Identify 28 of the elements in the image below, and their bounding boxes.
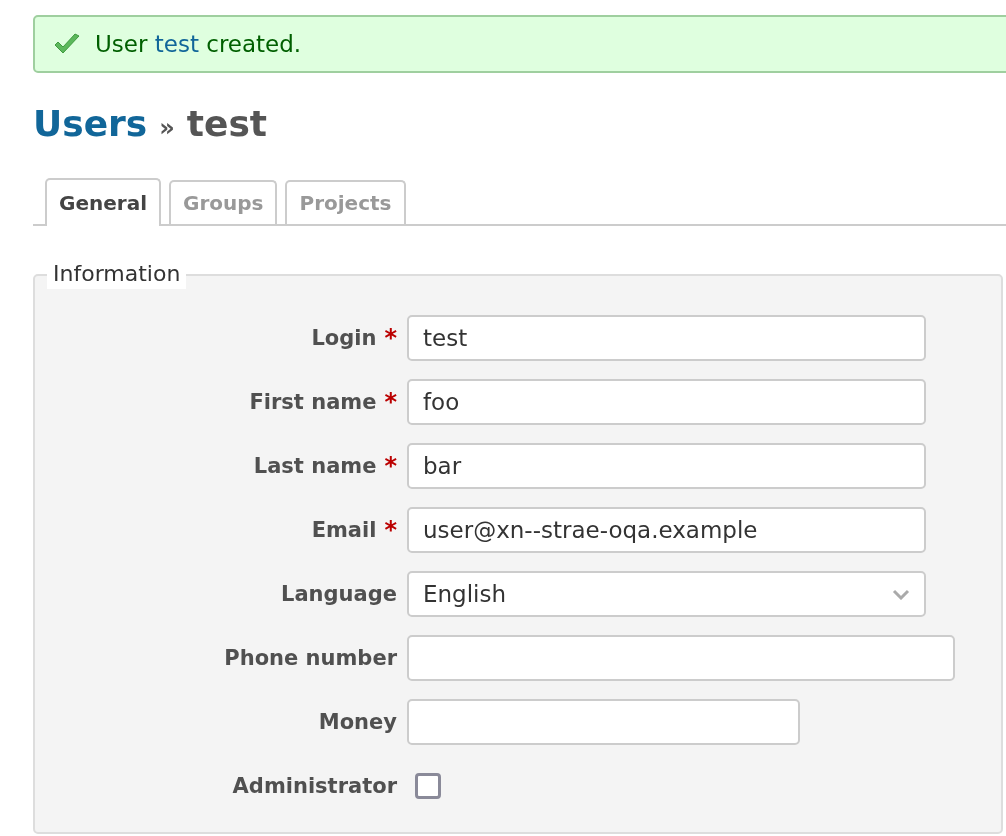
required-mark: * (384, 388, 397, 416)
field-label: Language (281, 582, 397, 606)
field-label: Phone number (224, 646, 397, 670)
required-mark: * (384, 324, 397, 352)
user-link[interactable]: test (154, 31, 199, 57)
language-dropdown[interactable]: English (407, 571, 926, 617)
chevron-down-icon (892, 588, 910, 600)
text-field[interactable]: foo (407, 379, 926, 425)
text-field[interactable] (407, 699, 800, 745)
tab[interactable]: General (45, 178, 161, 226)
field-label: Email (311, 518, 377, 542)
field-label: Money (318, 710, 397, 734)
text-field[interactable] (407, 635, 955, 681)
checkmark-icon (53, 33, 81, 55)
page-title: test (186, 103, 268, 144)
text-field[interactable]: test (407, 315, 926, 361)
checkbox[interactable] (415, 773, 441, 799)
field-label: First name (249, 390, 377, 414)
text-field[interactable]: bar (407, 443, 926, 489)
users-link[interactable]: Users (33, 103, 148, 144)
success-text: User test created. (95, 31, 302, 57)
field-label: Login (311, 326, 377, 350)
required-mark: * (384, 516, 397, 544)
required-mark: * (384, 452, 397, 480)
field-label: Administrator (232, 774, 397, 798)
field-label: Last name (253, 454, 377, 478)
text-field[interactable]: user@xn--strae-oqa.example (407, 507, 926, 553)
breadcrumb-separator: » (159, 114, 175, 142)
